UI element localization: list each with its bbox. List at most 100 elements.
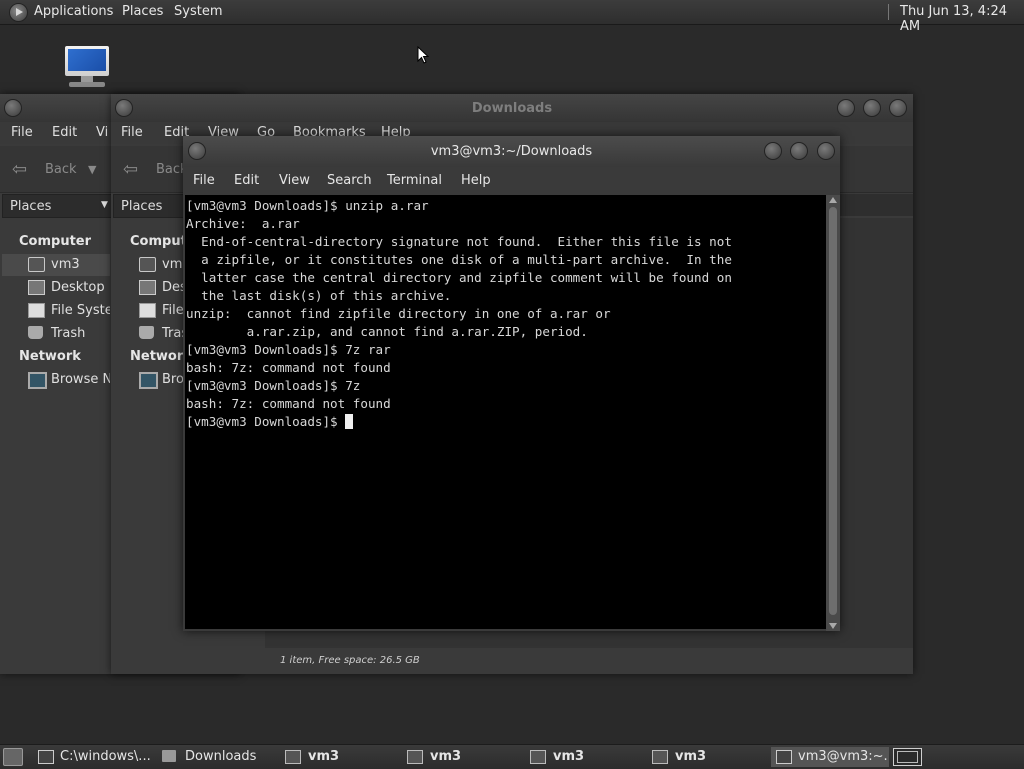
menu-view[interactable]: View — [279, 173, 310, 188]
sidebar-heading-network: Network — [19, 349, 81, 364]
show-desktop-icon[interactable] — [3, 748, 23, 766]
places-menu[interactable]: Places — [122, 4, 163, 19]
desktop-icon — [28, 280, 45, 295]
minimize-icon[interactable] — [837, 99, 855, 117]
window-menu-icon[interactable] — [4, 99, 22, 117]
taskbar-item-vm3[interactable]: vm3 — [527, 747, 645, 767]
terminal-line: End-of-central-directory signature not f… — [186, 234, 732, 249]
home-icon — [28, 257, 45, 272]
menu-file[interactable]: File — [121, 125, 143, 140]
status-bar: 1 item, Free space: 26.5 GB — [280, 655, 420, 666]
home-icon — [139, 257, 156, 272]
sidebar-item-trash[interactable]: Trash — [2, 323, 110, 345]
scroll-up-icon[interactable] — [829, 197, 837, 203]
trash-icon — [139, 326, 154, 339]
places-dropdown[interactable]: Places ▼ — [2, 194, 112, 218]
window-titlebar[interactable]: vm3@vm3:~/Downloads — [183, 136, 840, 167]
chevron-down-icon: ▼ — [101, 200, 108, 210]
menu-help[interactable]: Help — [461, 173, 491, 188]
filesystem-icon — [139, 303, 156, 318]
window-icon — [38, 750, 54, 764]
terminal-line: latter case the central directory and zi… — [186, 270, 732, 285]
sidebar-item-browse-network[interactable]: Browse Network — [2, 369, 110, 391]
system-menu[interactable]: System — [174, 4, 222, 19]
terminal-icon — [776, 750, 792, 764]
scrollbar-thumb[interactable] — [829, 207, 837, 615]
sidebar-item-vm3[interactable]: vm3 — [2, 254, 110, 276]
window-titlebar[interactable]: Downloads — [111, 94, 913, 122]
back-arrow-icon[interactable]: ⇦ — [123, 159, 138, 180]
menu-view[interactable]: Vi — [96, 125, 108, 140]
home-folder-icon — [285, 750, 301, 764]
places-dropdown-label: Places — [121, 199, 163, 214]
panel-separator — [888, 4, 889, 20]
back-history-dropdown-icon[interactable]: ▼ — [88, 163, 96, 176]
terminal-line: a zipfile, or it constitutes one disk of… — [186, 252, 732, 267]
terminal-line: unzip: cannot find zipfile directory in … — [186, 306, 611, 321]
taskbar-item-label: Downloads — [185, 749, 257, 764]
taskbar-item-vm3[interactable]: vm3 — [404, 747, 522, 767]
menu-search[interactable]: Search — [327, 173, 372, 188]
workspace-switcher[interactable] — [893, 748, 922, 766]
sidebar-item-label: Desktop — [51, 280, 105, 295]
close-icon[interactable] — [817, 142, 835, 160]
taskbar-item-downloads[interactable]: Downloads — [158, 747, 278, 767]
taskbar-item-vm3[interactable]: vm3 — [649, 747, 767, 767]
home-folder-icon — [407, 750, 423, 764]
gnome-foot-icon[interactable] — [9, 3, 28, 22]
terminal-prompt: [vm3@vm3 Downloads]$ — [186, 414, 346, 429]
terminal-window[interactable]: vm3@vm3:~/Downloads File Edit View Searc… — [183, 136, 840, 631]
folder-icon — [162, 750, 176, 762]
taskbar-item-label: vm3@vm3:~... — [798, 749, 889, 764]
sidebar-item-label: Trash — [51, 326, 86, 341]
maximize-icon[interactable] — [863, 99, 881, 117]
taskbar-item-label: vm3 — [553, 749, 585, 764]
top-panel: Applications Places System Thu Jun 13, 4… — [0, 0, 1024, 34]
menu-edit[interactable]: Edit — [234, 173, 259, 188]
desktop-icon — [139, 280, 156, 295]
places-dropdown-label: Places — [10, 199, 52, 214]
terminal-line: bash: 7z: command not found — [186, 360, 391, 375]
sidebar-item-label: File System — [51, 303, 110, 318]
back-arrow-icon[interactable]: ⇦ — [12, 159, 27, 180]
terminal-line: [vm3@vm3 Downloads]$ 7z — [186, 378, 361, 393]
sidebar-item-label: Browse Network — [51, 372, 110, 387]
terminal-scrollbar[interactable] — [826, 195, 840, 631]
scroll-down-icon[interactable] — [829, 623, 837, 629]
terminal-line: [vm3@vm3 Downloads]$ unzip a.rar — [186, 198, 429, 213]
taskbar-item-label: vm3 — [675, 749, 707, 764]
taskbar-item-label: C:\windows\... — [60, 749, 151, 764]
close-icon[interactable] — [889, 99, 907, 117]
terminal-line: the last disk(s) of this archive. — [186, 288, 452, 303]
filesystem-icon — [28, 303, 45, 318]
menubar: File Edit View Search Terminal Help — [183, 167, 840, 195]
taskbar-item-windows[interactable]: C:\windows\... — [36, 747, 156, 767]
taskbar-item-vm3[interactable]: vm3 — [282, 747, 400, 767]
sidebar-item-desktop[interactable]: Desktop — [2, 277, 110, 299]
clock[interactable]: Thu Jun 13, 4:24 AM — [900, 4, 1024, 34]
menu-file[interactable]: File — [193, 173, 215, 188]
trash-icon — [28, 326, 43, 339]
minimize-icon[interactable] — [764, 142, 782, 160]
terminal-line: bash: 7z: command not found — [186, 396, 391, 411]
bottom-panel: C:\windows\... Downloads vm3 vm3 vm3 vm3… — [0, 744, 1024, 769]
menu-edit[interactable]: Edit — [52, 125, 77, 140]
home-folder-icon — [652, 750, 668, 764]
computer-desktop-icon[interactable] — [63, 46, 113, 92]
maximize-icon[interactable] — [790, 142, 808, 160]
menu-terminal[interactable]: Terminal — [387, 173, 442, 188]
menu-file[interactable]: File — [11, 125, 33, 140]
network-icon — [28, 372, 47, 389]
terminal-output-area[interactable]: [vm3@vm3 Downloads]$ unzip a.rar Archive… — [185, 195, 826, 629]
back-button[interactable]: Back — [45, 162, 77, 177]
taskbar-item-label: vm3 — [308, 749, 340, 764]
sidebar: Computer vm3 Desktop File System Trash N… — [0, 218, 110, 674]
window-title: Downloads — [471, 101, 553, 116]
applications-menu[interactable]: Applications — [34, 4, 113, 19]
terminal-output: [vm3@vm3 Downloads]$ unzip a.rar Archive… — [186, 197, 732, 431]
terminal-cursor — [345, 414, 354, 429]
window-title: vm3@vm3:~/Downloads — [430, 144, 593, 159]
taskbar-item-terminal[interactable]: vm3@vm3:~... — [771, 747, 889, 767]
sidebar-item-filesystem[interactable]: File System — [2, 300, 110, 322]
sidebar-heading-computer: Computer — [19, 234, 92, 249]
